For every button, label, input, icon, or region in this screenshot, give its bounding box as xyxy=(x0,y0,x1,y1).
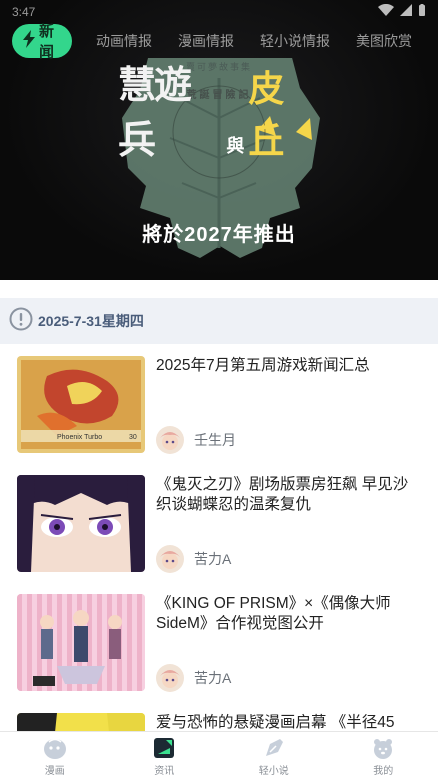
date-header: 2025-7-31星期四 xyxy=(0,298,438,344)
news-thumbnail xyxy=(17,594,145,691)
logo-connector: 與 xyxy=(226,136,245,156)
author-name: 苦力A xyxy=(194,670,232,686)
nav-manga[interactable]: 漫画 xyxy=(20,736,90,777)
hero-banner[interactable]: 賣可夢故事集 荒誕冒險記 慧遊兵 與 皮丘 將於2027年推出 3:47 新闻 … xyxy=(0,0,438,280)
svg-text:30: 30 xyxy=(129,434,137,441)
news-author: 苦力A xyxy=(156,545,231,573)
status-bar: 3:47 xyxy=(0,0,438,24)
novel-icon xyxy=(262,736,286,760)
news-icon xyxy=(152,736,176,760)
info-icon xyxy=(9,307,33,336)
author-name: 壬生月 xyxy=(194,432,236,448)
tab-manga[interactable]: 漫画情报 xyxy=(178,31,234,51)
news-thumbnail: Phoenix Turbo 30 xyxy=(17,356,145,453)
news-thumbnail xyxy=(17,713,145,731)
news-title: 爱与恐怖的悬疑漫画启幕 《半径45 xyxy=(156,714,395,731)
news-item[interactable]: 《KING OF PRISM》×《偶像大师SideM》合作视觉图公开 苦力A xyxy=(17,594,425,692)
tab-news-label: 新闻 xyxy=(39,23,55,61)
battery-icon xyxy=(418,3,426,21)
tab-news[interactable]: 新闻 xyxy=(12,23,72,61)
nav-label: 资讯 xyxy=(154,766,175,777)
logo-part-1: 慧遊兵 xyxy=(118,65,192,162)
nav-label: 我的 xyxy=(373,766,394,777)
release-text: 將於2027年推出 xyxy=(142,224,296,246)
logo-part-2: 皮丘 xyxy=(248,68,285,161)
wifi-icon xyxy=(378,3,394,21)
author-avatar xyxy=(156,545,184,573)
author-avatar xyxy=(156,426,184,454)
profile-icon xyxy=(371,736,395,760)
author-avatar xyxy=(156,664,184,692)
news-item[interactable]: 爱与恐怖的悬疑漫画启幕 《半径45 xyxy=(17,713,425,731)
nav-news[interactable]: 资讯 xyxy=(129,736,199,777)
status-time: 3:47 xyxy=(12,5,36,19)
category-tabs: 新闻 动画情报 漫画情报 轻小说情报 美图欣赏 xyxy=(0,23,438,61)
svg-text:Phoenix Turbo: Phoenix Turbo xyxy=(57,434,102,441)
tab-anime[interactable]: 动画情报 xyxy=(96,31,152,51)
nav-label: 漫画 xyxy=(44,766,65,777)
signal-icon xyxy=(400,3,412,21)
news-title: 《鬼灭之刃》剧场版票房狂飙 早见沙织谈蝴蝶忍的温柔复仇 xyxy=(156,476,409,513)
nav-profile[interactable]: 我的 xyxy=(348,736,418,777)
date-label: 2025-7-31星期四 xyxy=(38,313,144,329)
news-item[interactable]: Phoenix Turbo 30 2025年7月第五周游戏新闻汇总 壬生月 xyxy=(17,356,425,454)
news-thumbnail xyxy=(17,475,145,572)
news-item[interactable]: 《鬼灭之刃》剧场版票房狂飙 早见沙织谈蝴蝶忍的温柔复仇 苦力A xyxy=(17,475,425,573)
manga-icon xyxy=(43,736,67,760)
news-title: 《KING OF PRISM》×《偶像大师SideM》合作视觉图公开 xyxy=(156,595,391,632)
tab-gallery[interactable]: 美图欣赏 xyxy=(356,31,412,51)
news-title: 2025年7月第五周游戏新闻汇总 xyxy=(156,357,370,374)
game-logo: 慧遊兵 與 皮丘 xyxy=(118,65,318,164)
author-name: 苦力A xyxy=(194,551,232,567)
bottom-navigation: 漫画 资讯 轻小说 我的 xyxy=(0,731,438,779)
news-author: 壬生月 xyxy=(156,426,236,454)
tab-light-novel[interactable]: 轻小说情报 xyxy=(260,31,330,51)
nav-light-novel[interactable]: 轻小说 xyxy=(239,736,309,777)
nav-label: 轻小说 xyxy=(258,766,289,777)
lightning-icon xyxy=(22,29,36,53)
news-author: 苦力A xyxy=(156,664,231,692)
